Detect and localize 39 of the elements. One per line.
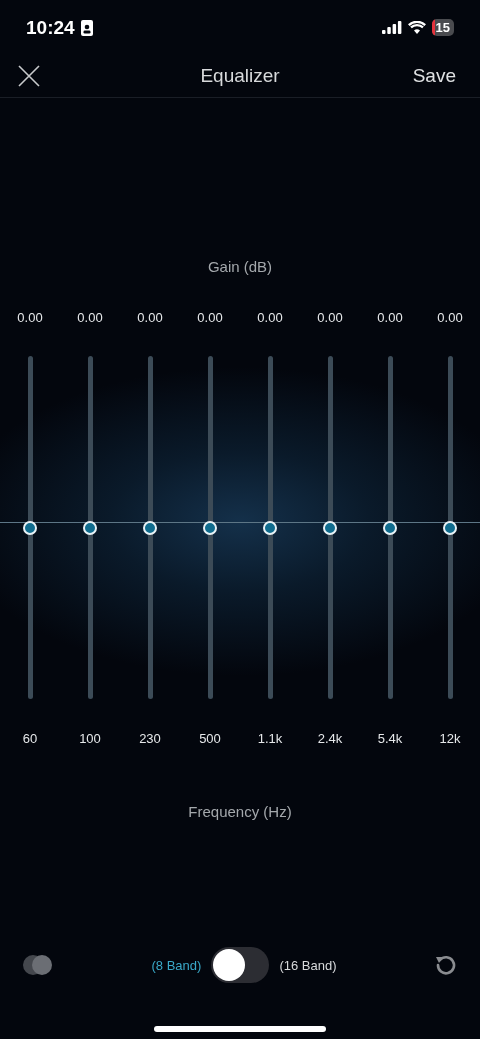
save-button[interactable]: Save — [412, 65, 456, 87]
frequency-value: 1.1k — [257, 731, 283, 747]
signal-icon — [381, 21, 402, 34]
wifi-icon — [407, 21, 426, 34]
slider-thumb[interactable] — [23, 520, 37, 535]
slider-thumb[interactable] — [443, 520, 457, 535]
frequency-value: 500 — [199, 731, 221, 747]
gain-value: 0.00 — [17, 310, 43, 326]
close-icon[interactable] — [18, 65, 40, 87]
gain-value: 0.00 — [377, 310, 403, 326]
slider-thumb[interactable] — [203, 520, 217, 535]
status-time: 10:24 — [26, 16, 75, 39]
frequency-value: 12k — [439, 731, 461, 747]
gain-axis-label: Gain (dB) — [207, 258, 273, 275]
id-card-icon — [80, 19, 93, 36]
reset-icon[interactable] — [434, 953, 458, 977]
band-toggle[interactable] — [211, 947, 270, 983]
gain-value: 0.00 — [257, 310, 283, 326]
band-option-label: (8 Band) — [151, 957, 202, 973]
slider-thumb[interactable] — [383, 520, 397, 535]
frequency-value: 100 — [79, 731, 101, 747]
frequency-value: 60 — [22, 731, 38, 747]
gain-value: 0.00 — [77, 310, 103, 326]
frequency-value: 5.4k — [377, 731, 403, 747]
screen-title: Equalizer — [200, 65, 280, 86]
gain-value: 0.00 — [317, 310, 343, 326]
slider-thumb[interactable] — [323, 520, 337, 535]
band-option-label: (16 Band) — [279, 957, 337, 973]
slider-thumb[interactable] — [143, 520, 157, 535]
frequency-value: 230 — [139, 731, 161, 747]
slider-thumb[interactable] — [83, 520, 97, 535]
overlapping-circles-icon[interactable] — [22, 954, 54, 976]
gain-value: 0.00 — [137, 310, 163, 326]
slider-thumb[interactable] — [263, 520, 277, 535]
gain-value: 0.00 — [197, 310, 223, 326]
frequency-axis-label: Frequency (Hz) — [188, 803, 292, 820]
gain-value: 0.00 — [437, 310, 463, 326]
frequency-value: 2.4k — [317, 731, 343, 747]
battery-indicator: 15 — [431, 19, 454, 36]
